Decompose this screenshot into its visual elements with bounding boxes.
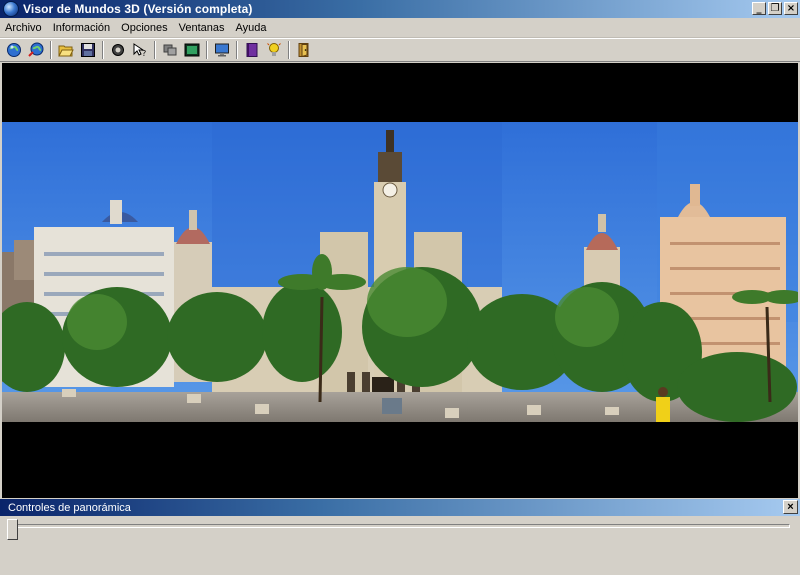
monitor-icon[interactable] (211, 40, 233, 60)
toolbar-separator (102, 41, 104, 59)
help-cursor-icon[interactable]: ? (129, 40, 151, 60)
title-bar: Visor de Mundos 3D (Versión completa) _ … (0, 0, 800, 18)
toolbar-separator (154, 41, 156, 59)
minimize-button[interactable]: _ (752, 2, 766, 15)
panorama-image[interactable] (2, 122, 798, 422)
gear-icon[interactable] (107, 40, 129, 60)
window-controls: _ ❐ × (752, 2, 798, 15)
panel-title: Controles de panorámica (8, 501, 131, 514)
toolbar-separator (50, 41, 52, 59)
toolbar-separator (206, 41, 208, 59)
panorama-slider-track[interactable] (8, 524, 790, 528)
restore-button[interactable]: ❐ (768, 2, 782, 15)
panorama-controls-titlebar: Controles de panorámica × (0, 499, 800, 516)
menu-opciones[interactable]: Opciones (116, 22, 173, 34)
menu-informacion[interactable]: Información (48, 22, 116, 34)
toolbar: ? (0, 38, 800, 62)
close-button[interactable]: × (784, 2, 798, 15)
panel-close-button[interactable]: × (783, 500, 798, 514)
menu-archivo[interactable]: Archivo (0, 22, 48, 34)
book-icon[interactable] (241, 40, 263, 60)
window-title: Visor de Mundos 3D (Versión completa) (23, 2, 253, 16)
toolbar-separator (236, 41, 238, 59)
globe-open-icon[interactable] (3, 40, 25, 60)
panorama-slider-thumb[interactable] (7, 519, 18, 540)
panorama-viewport[interactable] (2, 63, 798, 498)
globe-link-icon[interactable] (25, 40, 47, 60)
image-view-icon[interactable] (181, 40, 203, 60)
panorama-controls-panel (0, 516, 800, 575)
lightbulb-icon[interactable] (263, 40, 285, 60)
save-icon[interactable] (77, 40, 99, 60)
toolbar-separator (288, 41, 290, 59)
exit-door-icon[interactable] (293, 40, 315, 60)
menu-ventanas[interactable]: Ventanas (174, 22, 231, 34)
menu-ayuda[interactable]: Ayuda (231, 22, 273, 34)
menu-bar: Archivo Información Opciones Ventanas Ay… (0, 18, 800, 38)
layers-icon[interactable] (159, 40, 181, 60)
svg-text:?: ? (142, 49, 146, 58)
app-globe-icon (3, 1, 19, 17)
open-folder-icon[interactable] (55, 40, 77, 60)
